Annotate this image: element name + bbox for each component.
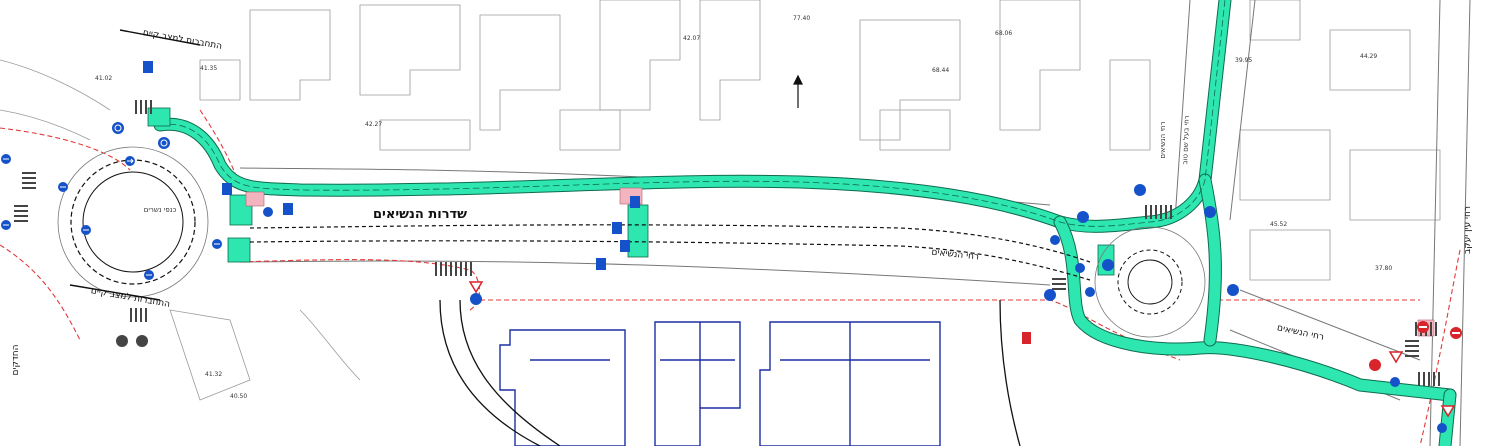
elevation: 45.52	[1270, 221, 1287, 228]
north-connector-bottom-label: התחברות למצב קיים	[90, 286, 171, 310]
elevation: 42.27	[365, 121, 382, 128]
kanfei-nesharim-label: כנפי נשרים	[144, 206, 177, 214]
roundabout-east	[1094, 226, 1206, 338]
elevation: 68.06	[995, 30, 1012, 37]
bike-icon	[283, 203, 293, 215]
rehov-label: רחי עין יעקב	[1463, 206, 1473, 254]
elevation: 41.02	[95, 75, 112, 82]
yield-icon	[468, 281, 484, 294]
elevation: 77.40	[793, 15, 810, 22]
direction-arrow-icon	[1075, 263, 1085, 273]
roundabout-west	[57, 146, 209, 298]
direction-arrow-icon	[263, 207, 273, 217]
no-entry-icon	[1022, 332, 1031, 344]
bike-icon	[612, 222, 622, 234]
hadkalim-label: החדקים	[11, 344, 21, 375]
direction-arrow-icon	[1134, 184, 1146, 196]
bike-icon	[222, 183, 232, 195]
main-street-label: שדרות הנשיאים	[373, 207, 467, 222]
direction-arrow-icon	[125, 156, 135, 166]
elevation: 40.50	[230, 393, 247, 400]
yield-icon	[1388, 351, 1404, 364]
elevation: 68.44	[932, 67, 949, 74]
direction-arrow-icon	[81, 225, 91, 235]
no-entry-icon	[136, 335, 148, 347]
north-arrow-icon	[793, 74, 803, 108]
elevation: 44.29	[1360, 53, 1377, 60]
no-entry-icon	[1369, 359, 1381, 371]
site-plan-map: שדרות הנשיאים רחי הנשיאים רחי הנשיאים הת…	[0, 0, 1473, 446]
direction-arrow-icon	[1085, 287, 1095, 297]
direction-arrow-icon	[1050, 235, 1060, 245]
direction-arrow-icon	[1, 154, 11, 164]
elevation: 37.80	[1375, 265, 1392, 272]
no-entry-icon	[116, 335, 128, 347]
direction-arrow-icon	[144, 270, 154, 280]
south-street-label: רחי הנשיאים	[931, 248, 980, 263]
connector-lines	[69, 29, 201, 301]
direction-arrow-icon	[1227, 284, 1239, 296]
direction-arrow-icon	[212, 239, 222, 249]
direction-arrow-icon	[1102, 259, 1114, 271]
direction-arrow-icon	[1437, 423, 1447, 433]
south-street-right-label: רחי הנשיאים	[1276, 323, 1325, 343]
bike-lane	[153, 0, 1457, 446]
roundabout-icon	[112, 122, 124, 134]
bike-icon	[143, 61, 153, 73]
direction-arrow-icon	[1077, 211, 1089, 223]
direction-arrow-icon	[1044, 289, 1056, 301]
direction-arrow-icon	[58, 182, 68, 192]
south-buildings	[499, 321, 941, 446]
elevation: 41.32	[205, 371, 222, 378]
no-entry-icon	[1450, 327, 1462, 339]
north-connector-top-label: התחברות למצב קיים	[142, 28, 223, 52]
elevation: 42.07	[683, 35, 700, 42]
street-n1-label: רחי הנשיאים	[1159, 121, 1167, 158]
roundabout-icon	[158, 137, 170, 149]
elevation: 41.35	[200, 65, 217, 72]
direction-arrow-icon	[1, 220, 11, 230]
direction-arrow-icon	[470, 293, 482, 305]
bike-icon	[596, 258, 606, 270]
bike-icon	[620, 240, 630, 252]
bike-icon	[630, 196, 640, 208]
no-entry-icon	[1417, 321, 1429, 333]
elevation: 39.95	[1235, 57, 1252, 64]
direction-arrow-icon	[1390, 377, 1400, 387]
direction-arrow-icon	[1204, 206, 1216, 218]
street-east-label: רחי בעל שם טוב	[1181, 115, 1191, 165]
